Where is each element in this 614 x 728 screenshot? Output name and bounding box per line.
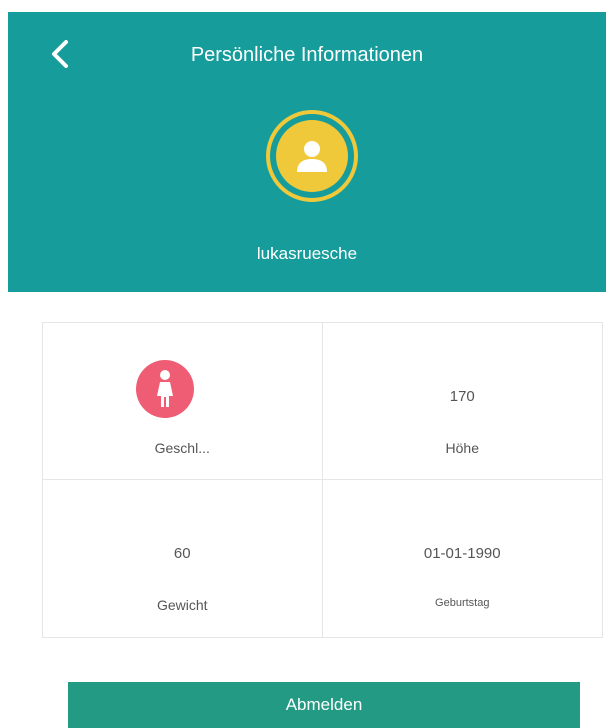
profile-info-grid: Geschl... 170 Höhe 60 Gewicht 01-01-1990… <box>42 322 603 638</box>
height-label: Höhe <box>445 440 479 456</box>
female-icon <box>136 360 194 418</box>
username: lukasruesche <box>256 244 358 263</box>
weight-cell[interactable]: 60 Gewicht <box>43 480 323 637</box>
avatar[interactable] <box>266 110 358 202</box>
birthday-cell[interactable]: 01-01-1990 Geburtstag <box>323 480 603 637</box>
birthday-label: Geburtstag <box>435 597 490 609</box>
gender-cell[interactable]: Geschl... <box>43 323 323 480</box>
weight-value: 60 <box>173 545 191 562</box>
user-icon <box>297 141 327 172</box>
logout-button[interactable]: Abmelden <box>68 682 580 728</box>
page-title: Persönliche Informationen <box>190 44 424 66</box>
weight-label: Gewicht <box>156 597 208 613</box>
gender-label: Geschl... <box>154 440 210 456</box>
height-value: 170 <box>449 388 475 405</box>
profile-header: Persönliche Informationen lukasruesche <box>8 12 606 292</box>
height-cell[interactable]: 170 Höhe <box>322 323 602 480</box>
birthday-value: 01-01-1990 <box>423 545 501 562</box>
